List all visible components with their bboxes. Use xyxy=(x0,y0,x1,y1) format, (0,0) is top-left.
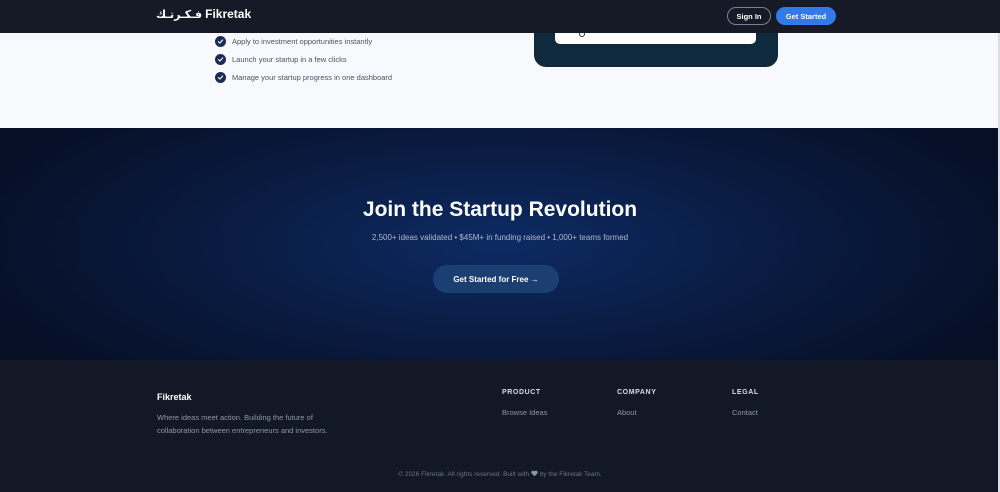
footer-link-contact[interactable]: Contact xyxy=(732,408,759,417)
cta-title: Join the Startup Revolution xyxy=(362,198,638,221)
footer-column-company: COMPANY About xyxy=(617,389,656,417)
top-nav-bar: فـكـرتـك Fikretak Sign In Get Started xyxy=(0,0,1000,33)
copyright: © 2026 Fikretak. All rights reserved. Bu… xyxy=(0,470,1000,478)
footer-description: Where ideas meet action. Building the fu… xyxy=(157,413,328,435)
cta-stats: 2,500+ ideas validated • $45M+ in fundin… xyxy=(371,233,629,242)
footer-column-title: COMPANY xyxy=(617,389,657,396)
footer-link-browse-ideas[interactable]: Browse Ideas xyxy=(502,408,547,417)
dashboard-preview-card xyxy=(534,31,778,67)
copyright-suffix: by the Fikretak Team. xyxy=(539,471,602,478)
footer-column-legal: LEGAL Contact xyxy=(732,389,759,417)
footer-column-product: PRODUCT Browse Ideas xyxy=(502,389,547,417)
copyright-prefix: © 2026 Fikretak. All rights reserved. Bu… xyxy=(398,471,530,478)
footer-link-about[interactable]: About xyxy=(617,408,656,417)
footer-column-title: PRODUCT xyxy=(502,389,541,396)
feature-item: Launch your startup in a few clicks xyxy=(215,50,392,68)
preview-panel xyxy=(555,31,756,44)
logo-arabic: فـكـرتـك xyxy=(156,7,203,21)
logo-text: Fikretak xyxy=(205,7,252,21)
feature-item: Apply to investment opportunities instan… xyxy=(215,32,392,50)
footer-brand: Fikretak xyxy=(157,392,192,402)
cta-section: Join the Startup Revolution 2,500+ ideas… xyxy=(0,128,1000,360)
heart-icon xyxy=(531,470,540,478)
get-started-button[interactable]: Get Started xyxy=(776,7,836,25)
sign-in-button[interactable]: Sign In xyxy=(727,7,771,25)
get-started-free-button[interactable]: Get Started for Free → xyxy=(433,265,559,293)
features-section: Apply to investment opportunities instan… xyxy=(0,31,1000,128)
footer: Fikretak Where ideas meet action. Buildi… xyxy=(0,360,1000,492)
check-icon xyxy=(215,71,226,83)
check-icon xyxy=(215,53,226,65)
feature-label: Launch your startup in a few clicks xyxy=(232,54,347,64)
feature-list: Apply to investment opportunities instan… xyxy=(215,32,392,86)
feature-label: Apply to investment opportunities instan… xyxy=(232,36,373,46)
logo[interactable]: فـكـرتـك Fikretak xyxy=(156,7,251,21)
footer-column-title: LEGAL xyxy=(732,389,759,396)
feature-item: Manage your startup progress in one dash… xyxy=(215,68,392,86)
feature-label: Manage your startup progress in one dash… xyxy=(232,72,393,82)
check-icon xyxy=(215,35,226,47)
